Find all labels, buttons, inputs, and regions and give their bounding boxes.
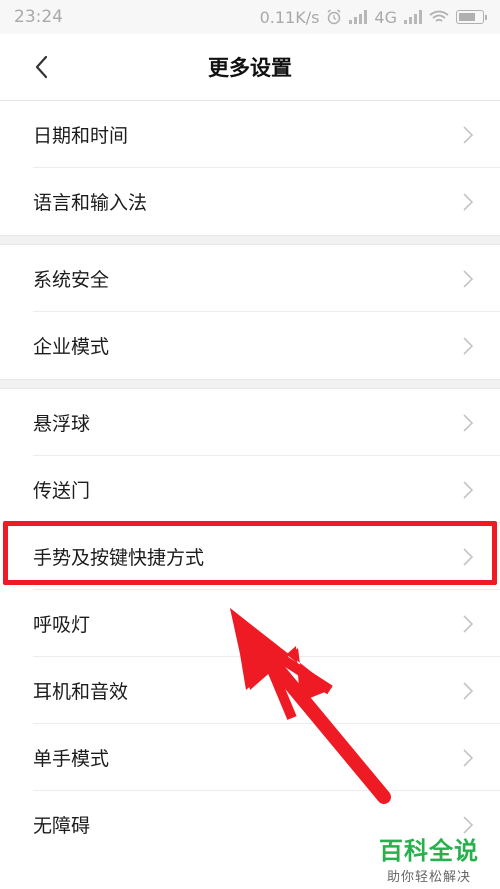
- settings-item-breathing-light[interactable]: 呼吸灯: [0, 590, 500, 657]
- chevron-right-icon: [463, 681, 474, 700]
- settings-item-enterprise-mode[interactable]: 企业模式: [0, 312, 500, 379]
- settings-item-headphones-audio[interactable]: 耳机和音效: [0, 657, 500, 724]
- status-icons: 0.11K/s 4G: [259, 7, 487, 27]
- network-speed: 0.11K/s: [259, 7, 320, 27]
- watermark-subtitle: 助你轻松解决: [386, 870, 471, 885]
- settings-item-label: 系统安全: [33, 269, 110, 291]
- chevron-right-icon: [463, 614, 474, 633]
- settings-item-label: 手势及按键快捷方式: [33, 547, 205, 569]
- chevron-left-icon: [35, 55, 48, 79]
- settings-item-label: 单手模式: [33, 748, 110, 770]
- chevron-right-icon: [463, 269, 474, 288]
- settings-item-label: 传送门: [33, 480, 91, 502]
- settings-list: 日期和时间 语言和输入法 系统安全 企业模式 悬浮球 传送门 手势及按键快捷方式…: [0, 101, 500, 858]
- status-bar: 23:24 0.11K/s 4G: [0, 0, 500, 34]
- settings-item-label: 耳机和音效: [33, 681, 129, 703]
- settings-item-floating-ball[interactable]: 悬浮球: [0, 389, 500, 456]
- watermark-title: 百科全说: [379, 837, 479, 865]
- title-bar: 更多设置: [0, 34, 500, 101]
- signal-icon: [349, 10, 368, 24]
- chevron-right-icon: [463, 815, 474, 834]
- chevron-right-icon: [463, 413, 474, 432]
- settings-item-label: 企业模式: [33, 336, 110, 358]
- settings-item-label: 语言和输入法: [33, 192, 148, 214]
- back-button[interactable]: [26, 52, 56, 82]
- settings-item-gesture-shortcuts[interactable]: 手势及按键快捷方式: [0, 523, 500, 590]
- wifi-icon: [429, 10, 449, 22]
- chevron-right-icon: [463, 192, 474, 211]
- settings-item-language-input[interactable]: 语言和输入法: [0, 168, 500, 235]
- battery-icon: [456, 10, 487, 24]
- group-divider: [0, 235, 500, 245]
- chevron-right-icon: [463, 480, 474, 499]
- settings-item-label: 悬浮球: [33, 413, 91, 435]
- group-divider: [0, 379, 500, 389]
- settings-item-one-handed-mode[interactable]: 单手模式: [0, 724, 500, 791]
- settings-item-portal[interactable]: 传送门: [0, 456, 500, 523]
- network-type: 4G: [374, 7, 397, 27]
- settings-item-label: 日期和时间: [33, 125, 129, 147]
- watermark: 百科全说 助你轻松解决: [370, 836, 488, 885]
- settings-item-label: 呼吸灯: [33, 614, 91, 636]
- settings-item-label: 无障碍: [33, 815, 91, 837]
- status-time: 23:24: [14, 7, 63, 27]
- settings-item-system-security[interactable]: 系统安全: [0, 245, 500, 312]
- chevron-right-icon: [463, 547, 474, 566]
- page-title: 更多设置: [208, 56, 292, 80]
- chevron-right-icon: [463, 748, 474, 767]
- signal-icon-2: [404, 10, 422, 24]
- chevron-right-icon: [463, 125, 474, 144]
- chevron-right-icon: [463, 336, 474, 355]
- settings-item-date-time[interactable]: 日期和时间: [0, 101, 500, 168]
- alarm-icon: [327, 9, 341, 25]
